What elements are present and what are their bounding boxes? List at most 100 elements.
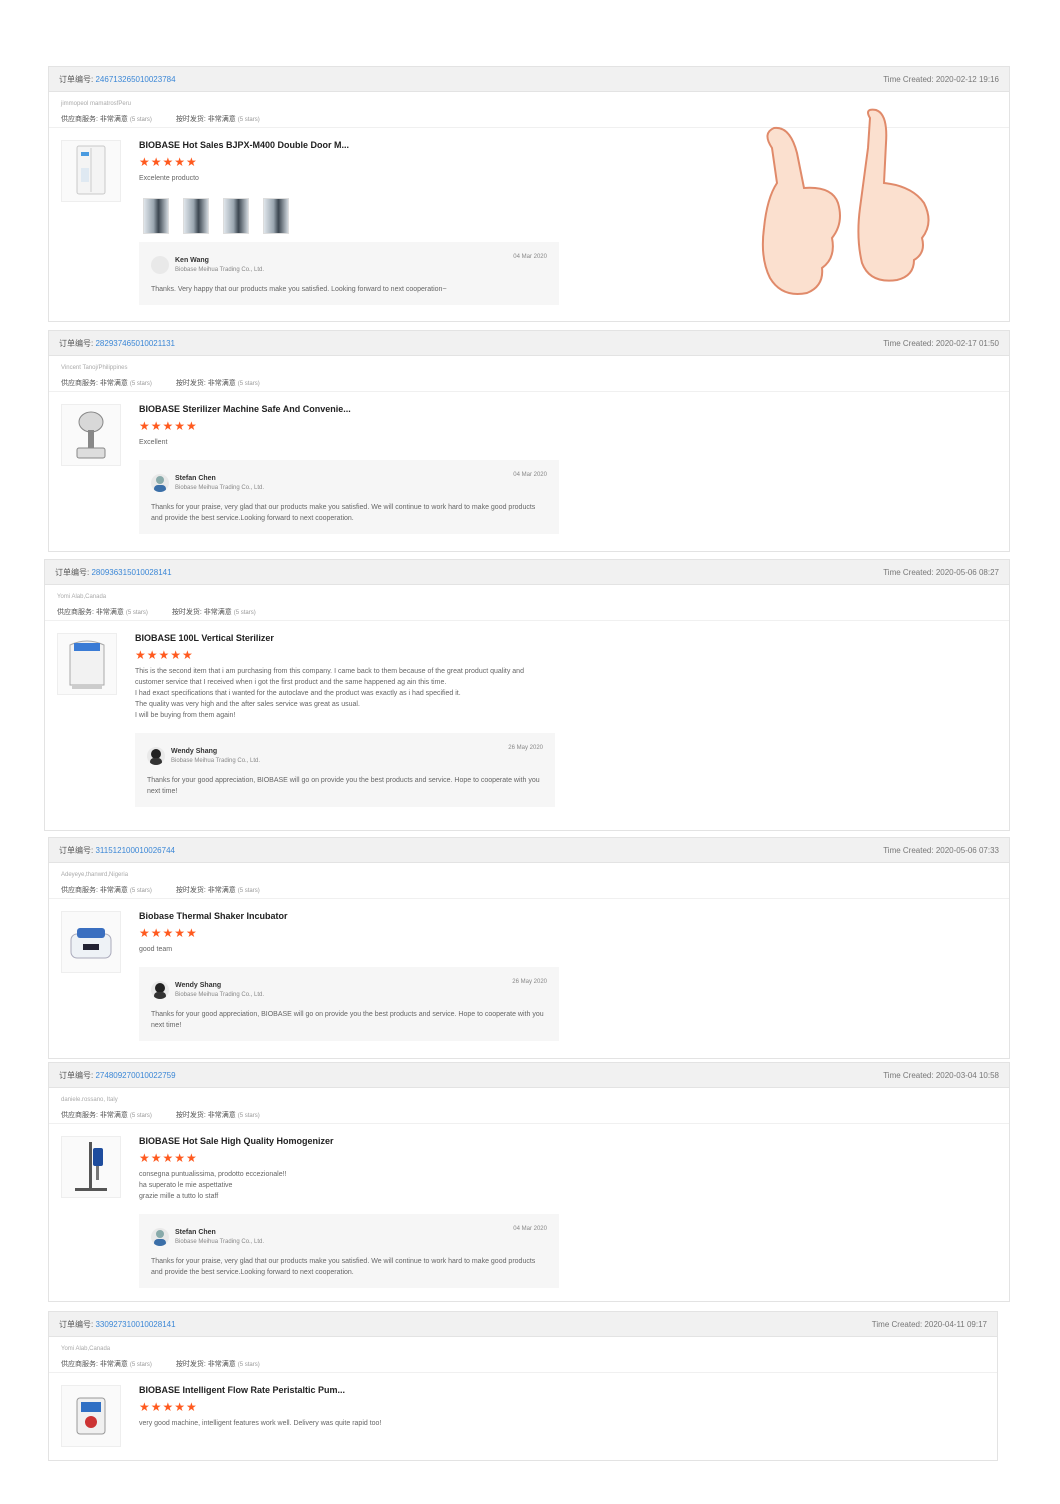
avatar: [151, 1228, 169, 1246]
review-photo[interactable]: [263, 198, 289, 234]
review-text: good team: [139, 946, 173, 953]
avatar: [151, 474, 169, 492]
order-no-label: 订单编号:: [59, 1319, 94, 1329]
buyer-name: Yomi Alab,Canada: [61, 1346, 111, 1352]
review-text: Excellent: [139, 439, 168, 446]
order-number-link[interactable]: 280936315010028141: [91, 568, 171, 577]
reply-company: Biobase Meihua Trading Co., Ltd.: [175, 992, 265, 998]
order-no-label: 订单编号:: [55, 567, 90, 577]
seller-reply: Wendy Shang Biobase Meihua Trading Co., …: [135, 733, 555, 807]
reply-company: Biobase Meihua Trading Co., Ltd.: [175, 267, 265, 273]
review-photo[interactable]: [143, 198, 169, 234]
star-rating: ★★★★★: [139, 1151, 198, 1165]
order-header: 订单编号: 311512100010026744 Time Created: 2…: [49, 838, 1009, 863]
reply-text: Thanks for your good appreciation, BIOBA…: [147, 777, 540, 795]
product-thumbnail[interactable]: [61, 404, 121, 466]
supplier-rating: 供应商服务: 非常满意 (5 stars): [61, 886, 152, 894]
product-review: BIOBASE Sterilizer Machine Safe And Conv…: [49, 392, 1009, 546]
supplier-rating: 供应商服务: 非常满意 (5 stars): [61, 1111, 152, 1119]
buyer-name: Adeyeye,thanwrd,Nigeria: [61, 872, 129, 878]
reply-date: 04 Mar 2020: [513, 1226, 547, 1232]
order-number-link[interactable]: 282937465010021131: [95, 339, 175, 348]
order-card: 订单编号: 330927310010028141 Time Created: 2…: [48, 1311, 998, 1461]
order-header: 订单编号: 280936315010028141 Time Created: 2…: [45, 560, 1009, 585]
shipping-rating: 按时发货: 非常满意 (5 stars): [175, 379, 260, 387]
star-rating: ★★★★★: [135, 648, 194, 662]
review-text: very good machine, intelligent features …: [139, 1420, 382, 1427]
order-number-link[interactable]: 330927310010028141: [95, 1320, 175, 1329]
seller-reply: Ken Wang Biobase Meihua Trading Co., Ltd…: [139, 242, 559, 305]
review-text: This is the second item that i am purcha…: [135, 668, 524, 719]
reply-text: Thanks for your praise, very glad that o…: [151, 504, 536, 522]
seller-reply: Wendy Shang Biobase Meihua Trading Co., …: [139, 967, 559, 1041]
supplier-rating: 供应商服务: 非常满意 (5 stars): [57, 608, 148, 616]
created-time: Time Created: 2020-04-11 09:17: [871, 1319, 987, 1329]
order-no-label: 订单编号:: [59, 1070, 94, 1080]
ratings-row: 供应商服务: 非常满意 (5 stars) 按时发货: 非常满意 (5 star…: [49, 1106, 1009, 1124]
product-thumbnail[interactable]: [61, 140, 121, 202]
seller-reply: Stefan Chen Biobase Meihua Trading Co., …: [139, 460, 559, 534]
shipping-rating: 按时发货: 非常满意 (5 stars): [175, 1111, 260, 1119]
supplier-rating: 供应商服务: 非常满意 (5 stars): [61, 115, 152, 123]
supplier-rating: 供应商服务: 非常满意 (5 stars): [61, 1360, 152, 1368]
product-title[interactable]: BIOBASE Hot Sale High Quality Homogenize…: [139, 1136, 1009, 1151]
supplier-rating: 供应商服务: 非常满意 (5 stars): [61, 379, 152, 387]
reply-date: 26 May 2020: [508, 745, 543, 751]
reply-date: 26 May 2020: [512, 979, 547, 985]
product-title[interactable]: BIOBASE Sterilizer Machine Safe And Conv…: [139, 404, 1009, 419]
review-photo[interactable]: [183, 198, 209, 234]
reply-author: Stefan Chen: [175, 475, 216, 482]
created-time: Time Created: 2020-02-12 19:16: [883, 74, 999, 84]
seller-reply: Stefan Chen Biobase Meihua Trading Co., …: [139, 1214, 559, 1288]
order-number-link[interactable]: 246713265010023784: [95, 75, 175, 84]
reply-date: 04 Mar 2020: [513, 254, 547, 260]
product-thumbnail[interactable]: [61, 1136, 121, 1198]
order-header: 订单编号: 282937465010021131 Time Created: 2…: [49, 331, 1009, 356]
reply-company: Biobase Meihua Trading Co., Ltd.: [175, 1239, 265, 1245]
order-no-label: 订单编号:: [59, 845, 94, 855]
product-thumbnail[interactable]: [61, 911, 121, 973]
order-header: 订单编号: 274809270010022759 Time Created: 2…: [49, 1063, 1009, 1088]
ratings-row: 供应商服务: 非常满意 (5 stars) 按时发货: 非常满意 (5 star…: [49, 1355, 997, 1373]
thumbs-up-icon: [761, 108, 930, 295]
reply-date: 04 Mar 2020: [513, 472, 547, 478]
shipping-rating: 按时发货: 非常满意 (5 stars): [171, 608, 256, 616]
product-thumbnail[interactable]: [61, 1385, 121, 1447]
reply-company: Biobase Meihua Trading Co., Ltd.: [175, 485, 265, 491]
product-review: BIOBASE Hot Sale High Quality Homogenize…: [49, 1124, 1009, 1300]
reply-author: Ken Wang: [175, 257, 209, 264]
order-no-label: 订单编号:: [59, 74, 94, 84]
buyer-name: daniele.rossano, Italy: [61, 1097, 118, 1103]
created-time: Time Created: 2020-03-04 10:58: [883, 1070, 999, 1080]
order-number-link[interactable]: 274809270010022759: [95, 1071, 175, 1080]
product-thumbnail[interactable]: [57, 633, 117, 695]
ratings-row: 供应商服务: 非常满意 (5 stars) 按时发货: 非常满意 (5 star…: [45, 603, 1009, 621]
order-card: 订单编号: 280936315010028141 Time Created: 2…: [44, 559, 1010, 831]
created-time: Time Created: 2020-02-17 01:50: [883, 338, 999, 348]
review-photo[interactable]: [223, 198, 249, 234]
star-rating: ★★★★★: [139, 1400, 198, 1414]
buyer-name: Vincent Tanoj/Philippines: [61, 365, 128, 371]
reply-author: Wendy Shang: [171, 748, 218, 755]
product-title[interactable]: Biobase Thermal Shaker Incubator: [139, 911, 1009, 926]
order-number-link[interactable]: 311512100010026744: [95, 846, 175, 855]
reply-text: Thanks for your good appreciation, BIOBA…: [151, 1011, 544, 1029]
product-review: BIOBASE Intelligent Flow Rate Peristalti…: [49, 1373, 997, 1447]
product-title[interactable]: BIOBASE Intelligent Flow Rate Peristalti…: [139, 1385, 997, 1400]
avatar: [147, 747, 165, 765]
reply-text: Thanks for your praise, very glad that o…: [151, 1258, 536, 1276]
reply-author: Stefan Chen: [175, 1229, 216, 1236]
ratings-row: 供应商服务: 非常满意 (5 stars) 按时发货: 非常满意 (5 star…: [49, 374, 1009, 392]
product-title[interactable]: BIOBASE 100L Vertical Sterilizer: [135, 633, 1009, 648]
order-card: 订单编号: 282937465010021131 Time Created: 2…: [48, 330, 1010, 552]
shipping-rating: 按时发货: 非常满意 (5 stars): [175, 115, 260, 123]
avatar: [151, 981, 169, 999]
order-header: 订单编号: 330927310010028141 Time Created: 2…: [49, 1312, 997, 1337]
star-rating: ★★★★★: [139, 419, 198, 433]
product-review: BIOBASE 100L Vertical Sterilizer ★★★★★ T…: [45, 621, 1009, 819]
product-review: Biobase Thermal Shaker Incubator ★★★★★ g…: [49, 899, 1009, 1053]
created-time: Time Created: 2020-05-06 08:27: [883, 567, 999, 577]
reply-company: Biobase Meihua Trading Co., Ltd.: [171, 758, 261, 764]
created-time: Time Created: 2020-05-06 07:33: [883, 845, 999, 855]
review-text: consegna puntualissima, prodotto eccezio…: [139, 1171, 287, 1200]
